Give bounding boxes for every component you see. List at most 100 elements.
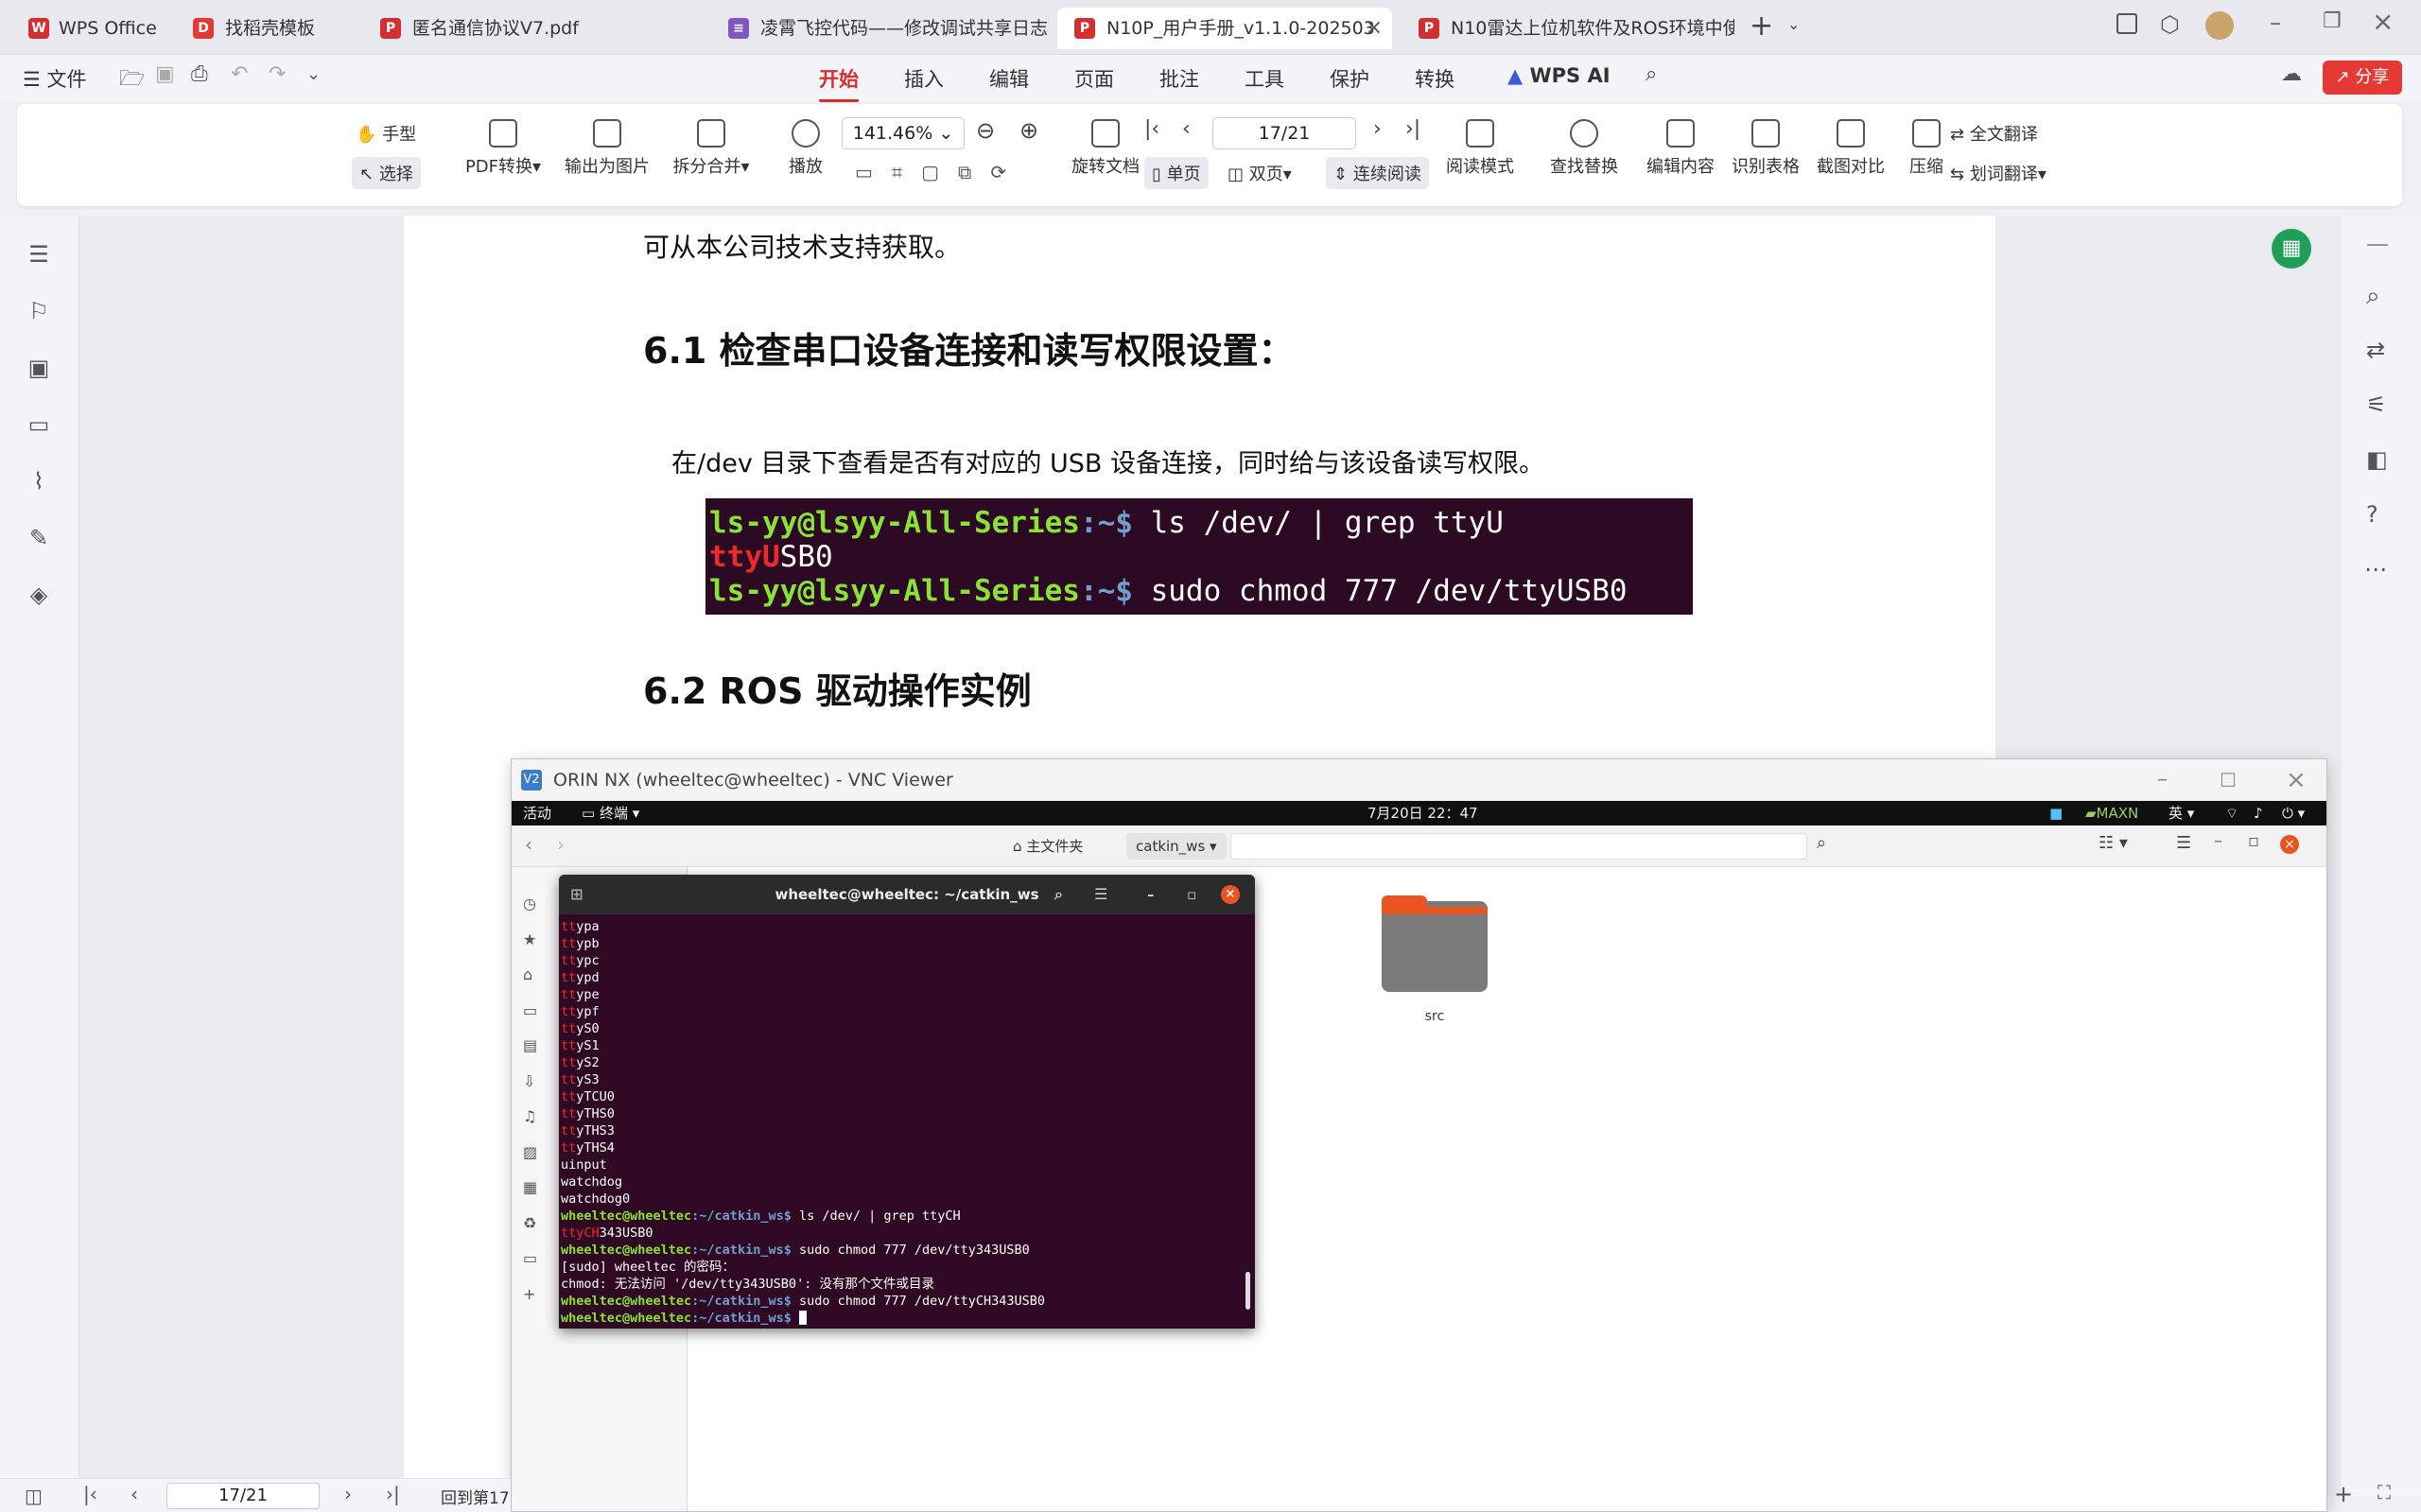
path-home[interactable]: ⌂ 主文件夹	[1003, 833, 1092, 860]
nautilus-maximize-icon[interactable]: ▫	[2248, 831, 2259, 851]
menu-protect[interactable]: 保护	[1330, 64, 1369, 93]
folder-src[interactable]: src	[1382, 895, 1488, 1024]
network-icon[interactable]: ⌔	[2225, 801, 2238, 826]
redo-icon[interactable]: ↷	[269, 62, 286, 86]
volume-icon[interactable]: ♪	[2254, 801, 2263, 826]
cube-icon[interactable]: ⬡	[2160, 11, 2180, 38]
zoom-out-icon[interactable]: ⊖	[976, 117, 995, 144]
reading-mode-button[interactable]: 阅读模式	[1437, 119, 1523, 178]
tray-app-icon[interactable]: ■	[2049, 801, 2063, 826]
page-number-input[interactable]: 17/21	[1212, 117, 1356, 149]
back-icon[interactable]: ‹	[525, 833, 532, 856]
last-page-icon[interactable]: ›|	[1405, 117, 1420, 141]
tab-list-chevron-icon[interactable]: ⌄	[1787, 15, 1800, 33]
attachment-icon[interactable]: ⌇	[26, 469, 51, 494]
find-replace-button[interactable]: 查找替换	[1541, 119, 1627, 178]
new-tab-icon[interactable]: +	[1750, 9, 1773, 43]
cloud-sync-icon[interactable]: ☁	[2281, 62, 2302, 86]
close-tab-icon[interactable]: ×	[1366, 8, 1383, 49]
avatar[interactable]	[2205, 11, 2234, 40]
first-page-icon[interactable]: |‹	[83, 1483, 97, 1505]
bookmark-icon[interactable]: ⚐	[26, 299, 51, 323]
fullscreen-icon[interactable]: ⛶	[2377, 1481, 2391, 1503]
rotate-doc-button[interactable]: 旋转文档	[1063, 119, 1148, 178]
reader-icon[interactable]: ◧	[2366, 446, 2388, 473]
hand-tool-button[interactable]: ✋ 手型	[356, 121, 416, 146]
comment-icon[interactable]: ▭	[26, 412, 51, 437]
print-icon[interactable]: ⎙	[191, 62, 208, 86]
tab-template[interactable]: D 找稻壳模板	[176, 8, 354, 49]
search-icon[interactable]: ⌕	[1646, 62, 1657, 86]
export-image-button[interactable]: 输出为图片	[560, 119, 654, 178]
menu-insert[interactable]: 插入	[904, 64, 944, 93]
settings-sliders-icon[interactable]: ⚟	[2366, 391, 2387, 418]
next-page-icon[interactable]: ›	[1373, 117, 1382, 141]
menu-edit[interactable]: 编辑	[989, 64, 1029, 93]
terminal-search-icon[interactable]: ⌕	[1054, 875, 1063, 914]
prev-page-icon[interactable]: ‹	[131, 1483, 138, 1505]
nautilus-close-icon[interactable]: ×	[2280, 835, 2299, 854]
tab-protocol-pdf[interactable]: P 匿名通信协议V7.pdf	[363, 8, 704, 49]
menu-icon[interactable]: ☰	[2176, 833, 2191, 853]
vnc-close-icon[interactable]: ×	[2286, 759, 2307, 801]
vnc-maximize-icon[interactable]: ☐	[2220, 759, 2237, 801]
translate-icon[interactable]: ⇄	[2366, 337, 2385, 363]
path-bar[interactable]	[1230, 833, 1807, 860]
menu-home[interactable]: 开始	[819, 64, 859, 102]
save-icon[interactable]: ▣	[155, 62, 175, 86]
search-icon[interactable]: ⌕	[2366, 282, 2380, 311]
window-layout-icon[interactable]	[2116, 13, 2137, 34]
minimize-icon[interactable]: –	[2270, 9, 2281, 36]
path-catkin-ws[interactable]: catkin_ws ▾	[1126, 833, 1227, 860]
file-menu[interactable]: ☰ 文件	[23, 64, 87, 93]
close-window-icon[interactable]: ×	[2372, 6, 2394, 37]
pdf-convert-button[interactable]: PDF转换▾	[458, 119, 549, 178]
terminal-scrollbar[interactable]	[1245, 1272, 1250, 1310]
continuous-reading-button[interactable]: ⇕ 连续阅读	[1326, 157, 1429, 189]
single-page-button[interactable]: ▯ 单页	[1144, 157, 1209, 189]
first-page-icon[interactable]: |‹	[1144, 117, 1159, 141]
layers-icon[interactable]: ◈	[26, 582, 51, 607]
play-button[interactable]: 播放	[777, 119, 834, 178]
nvidia-power-mode[interactable]: ▰MAXN	[2085, 801, 2138, 826]
vnc-minimize-icon[interactable]: –	[2157, 759, 2168, 801]
open-icon[interactable]: 🗁	[119, 62, 145, 98]
zoom-in-icon[interactable]: ⊕	[1019, 117, 1038, 144]
menu-wps-ai[interactable]: ▲ WPS AI	[1507, 64, 1611, 87]
status-page-input[interactable]: 17/21	[166, 1483, 320, 1509]
last-page-icon[interactable]: ›|	[386, 1483, 400, 1505]
terminal-minimize-icon[interactable]: –	[1147, 875, 1155, 914]
nautilus-minimize-icon[interactable]: –	[2214, 831, 2222, 851]
power-icon[interactable]: ⏻ ▾	[2282, 801, 2305, 826]
menu-tools[interactable]: 工具	[1245, 64, 1284, 93]
undo-icon[interactable]: ↶	[231, 62, 248, 86]
thumbnail-icon[interactable]: ▣	[26, 356, 51, 380]
recognize-table-button[interactable]: 识别表格	[1723, 119, 1808, 178]
input-method[interactable]: 英 ▾	[2168, 801, 2194, 826]
terminal-app-menu[interactable]: ▭ 终端 ▾	[582, 801, 639, 826]
restore-icon[interactable]: ❐	[2323, 9, 2342, 33]
search-icon[interactable]: ⌕	[1817, 833, 1826, 853]
sidebar-toggle-icon[interactable]: ◫	[25, 1485, 43, 1507]
tab-n10p-manual[interactable]: P N10P_用户手册_v1.1.0-202503 ×	[1057, 8, 1392, 49]
word-translate-button[interactable]: ⇆ 划词翻译▾	[1950, 161, 2047, 185]
outline-icon[interactable]: ☰	[26, 242, 51, 267]
zoom-select[interactable]: 141.46% ⌄	[842, 117, 965, 149]
zoom-plus-icon[interactable]: +	[2334, 1481, 2353, 1507]
prev-page-icon[interactable]: ‹	[1182, 117, 1191, 141]
help-icon[interactable]: ?	[2366, 501, 2378, 528]
edit-content-button[interactable]: 编辑内容	[1638, 119, 1723, 178]
quick-access-chevron-icon[interactable]: ⌄	[306, 64, 321, 84]
activities-button[interactable]: 活动	[523, 801, 551, 826]
double-page-button[interactable]: ◫ 双页▾	[1228, 161, 1292, 185]
menu-page[interactable]: 页面	[1074, 64, 1114, 93]
terminal-menu-icon[interactable]: ☰	[1094, 875, 1107, 914]
signature-icon[interactable]: ✎	[26, 526, 51, 550]
table-assistant-icon[interactable]: ▦	[2272, 229, 2311, 269]
translate-all-button[interactable]: ⇄ 全文翻译	[1950, 121, 2038, 146]
screenshot-compare-button[interactable]: 截图对比	[1808, 119, 1893, 178]
places-icons[interactable]: ◷ ★ ⌂ ▭ ▤ ⇩ ♫ ▨ ▦ ♻ ▭ +	[523, 886, 542, 1312]
clock[interactable]: 7月20日 22：47	[1367, 801, 1478, 826]
view-list-icon[interactable]: ☷ ▾	[2099, 833, 2128, 853]
more-icon[interactable]: ⋯	[2364, 556, 2387, 582]
